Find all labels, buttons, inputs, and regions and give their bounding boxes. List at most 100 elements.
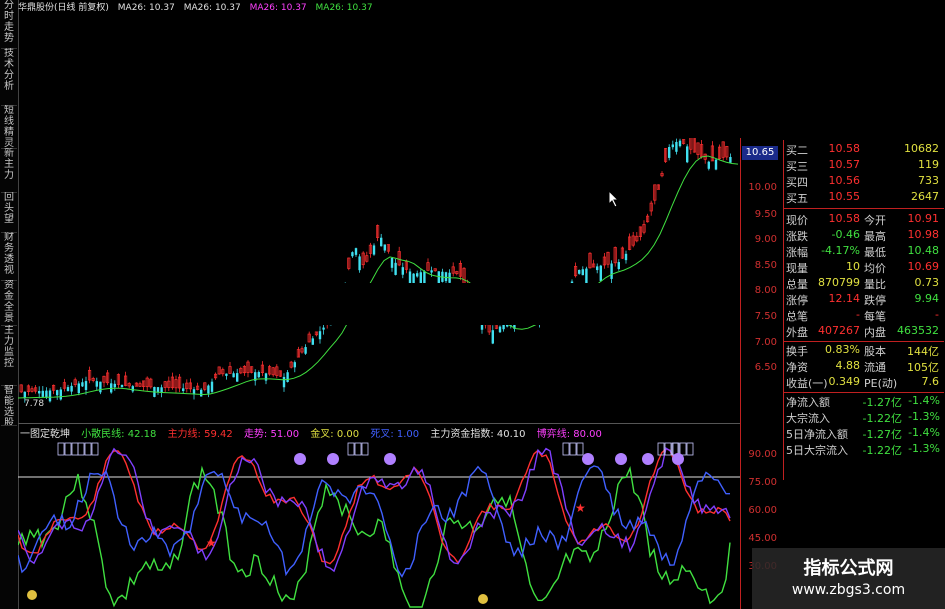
- flow-row: 5日净流入额 -1.27亿 -1.4%: [784, 426, 944, 442]
- stat-value: 407267: [818, 324, 860, 337]
- candle: [207, 385, 210, 394]
- stat-value: 0.83%: [825, 343, 860, 356]
- flow-label: 5日大宗流入: [786, 444, 848, 457]
- stat-label: 流通: [864, 361, 886, 374]
- watermark: 指标公式网 www.zbgs3.com: [752, 548, 945, 609]
- stat-value: 4.88: [835, 359, 861, 372]
- stat-label: 换手: [786, 345, 808, 358]
- bid-row: 买四 10.56 733: [784, 174, 944, 190]
- candle: [56, 390, 59, 396]
- sidebar-item[interactable]: 短线精灵: [1, 105, 17, 149]
- candle: [311, 338, 314, 345]
- flow-value: -1.27亿: [862, 396, 902, 409]
- indicator-tick-label: 45.00: [748, 533, 777, 544]
- signal-box-icon: [354, 442, 362, 456]
- signal-box-icon: [679, 442, 687, 456]
- sidebar-item[interactable]: 分时走势: [1, 0, 17, 49]
- face-icon: [615, 453, 627, 465]
- stat-row: 现价 10.58 今开 10.91: [784, 212, 944, 228]
- candle: [66, 387, 70, 392]
- trend-line: [18, 447, 731, 573]
- stat-row: 现量 10 均价 10.69: [784, 260, 944, 276]
- stat-label: 现量: [786, 262, 808, 275]
- candle: [41, 390, 44, 397]
- signal-box-icon: [71, 442, 79, 456]
- face-icon: [327, 453, 339, 465]
- candle: [120, 384, 124, 388]
- candle: [585, 268, 588, 285]
- sidebar-item[interactable]: 资金全景: [1, 280, 17, 326]
- candle: [430, 270, 433, 273]
- stat-label: 涨停: [786, 294, 808, 307]
- candle: [714, 159, 718, 170]
- flow-label: 大宗流入: [786, 412, 830, 425]
- price-tick-label: 9.00: [754, 234, 777, 245]
- flow-row: 大宗流入 -1.22亿 -1.3%: [784, 410, 944, 426]
- star-icon: ★: [206, 536, 217, 550]
- candle: [156, 387, 160, 392]
- candle: [304, 347, 307, 354]
- bid-volume: 10682: [904, 142, 939, 155]
- sidebar-item[interactable]: 新主力: [1, 148, 17, 193]
- indicator-tick-label: 60.00: [748, 505, 777, 516]
- candle: [264, 373, 268, 381]
- sidebar-item[interactable]: 主力监控: [1, 325, 17, 386]
- stat-label: 量比: [864, 278, 886, 291]
- candle: [81, 382, 84, 387]
- price-tick-label: 10.00: [748, 182, 777, 193]
- stat-row: 收益(一) 0.349 PE(动) 7.6: [784, 375, 944, 391]
- candle: [372, 245, 376, 255]
- main-force-line: [18, 447, 731, 565]
- candle: [668, 147, 671, 158]
- star-icon: ★: [575, 501, 586, 515]
- price-tick-label: 9.50: [754, 209, 777, 220]
- bid-label: 买四: [786, 176, 808, 189]
- retail-line: [18, 465, 731, 608]
- stat-label: 每笔: [864, 310, 886, 323]
- stat-row: 总笔 - 每笔 -: [784, 308, 944, 324]
- stat-value: 463532: [897, 324, 939, 337]
- stat-label: 内盘: [864, 326, 886, 339]
- candle: [113, 383, 116, 388]
- sidebar-item[interactable]: 回头望: [1, 192, 17, 233]
- signal-box-icon: [57, 442, 65, 456]
- candle: [502, 324, 505, 330]
- bid-row: 买二 10.58 10682: [784, 142, 944, 158]
- signal-box-icon: [91, 442, 99, 456]
- stat-label: 涨幅: [786, 246, 808, 259]
- candle: [182, 388, 185, 391]
- candle: [322, 327, 325, 330]
- flow-label: 5日净流入额: [786, 428, 848, 441]
- candle: [38, 391, 41, 394]
- candle: [498, 326, 502, 333]
- stat-value: 10.48: [907, 244, 940, 257]
- stat-label: 总量: [786, 278, 808, 291]
- stat-label: PE(动): [864, 377, 898, 390]
- stat-value: 105亿: [907, 361, 939, 374]
- price-tick-label: 7.50: [754, 311, 777, 322]
- sidebar-item[interactable]: 智能选股: [1, 385, 17, 426]
- signal-box-icon: [84, 442, 92, 456]
- flow-percent: -1.4%: [908, 394, 940, 407]
- sidebar-item[interactable]: 技术分析: [1, 48, 17, 106]
- stat-value: -4.17%: [821, 244, 860, 257]
- flow-percent: -1.3%: [908, 410, 940, 423]
- pane-divider[interactable]: [18, 423, 740, 424]
- flow-row: 净流入额 -1.27亿 -1.4%: [784, 394, 944, 410]
- flow-percent: -1.3%: [908, 442, 940, 455]
- sidebar-item[interactable]: 财务透视: [1, 232, 17, 281]
- candle: [729, 157, 732, 163]
- flow-value: -1.27亿: [862, 428, 902, 441]
- indicator-chart[interactable]: ★★: [18, 437, 740, 609]
- flow-label: 净流入额: [786, 396, 830, 409]
- bid-row: 买五 10.55 2647: [784, 190, 944, 206]
- candle: [232, 373, 235, 378]
- stat-label: 总笔: [786, 310, 808, 323]
- stat-value: 10.69: [907, 260, 940, 273]
- bid-volume: 733: [918, 174, 939, 187]
- stat-value: 144亿: [907, 345, 939, 358]
- candle: [77, 383, 80, 394]
- signal-box-icon: [569, 442, 577, 456]
- low-price-label: 7.78: [24, 399, 45, 409]
- candle: [236, 373, 239, 382]
